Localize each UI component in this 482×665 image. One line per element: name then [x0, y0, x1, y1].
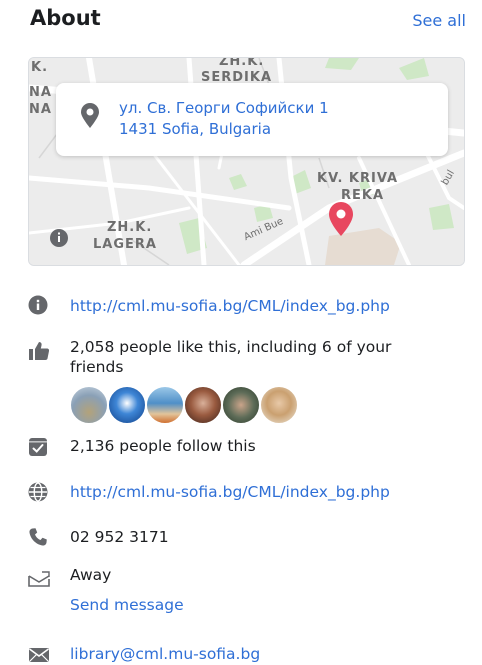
address-street[interactable]: ул. Св. Георги Софийски 1	[119, 99, 329, 117]
email-link[interactable]: library@cml.mu-sofia.bg	[70, 645, 260, 664]
map-label: LAGERA	[93, 237, 157, 252]
address-card[interactable]: ул. Св. Георги Софийски 1 1431 Sofia, Bu…	[56, 83, 448, 156]
likes-text: 2,058 people like this, including 6 of y…	[70, 338, 392, 356]
globe-icon	[28, 482, 48, 502]
map-label: K.	[31, 60, 49, 75]
map-label: NA	[29, 85, 52, 100]
avatar[interactable]	[183, 385, 223, 425]
friend-avatars	[69, 385, 309, 425]
followers-icon	[29, 438, 47, 456]
map-label: KV. KRIVA	[317, 171, 399, 186]
phone-icon	[29, 528, 47, 546]
email-icon	[29, 648, 49, 662]
map-label: ZH.K.	[219, 57, 265, 69]
avatar[interactable]	[145, 385, 185, 425]
address-city[interactable]: 1431 Sofia, Bulgaria	[119, 120, 271, 138]
website-link-2[interactable]: http://cml.mu-sofia.bg/CML/index_bg.php	[70, 483, 390, 502]
response-status: Away	[70, 566, 112, 584]
see-all-link[interactable]: See all	[412, 11, 466, 30]
section-title: About	[30, 6, 101, 30]
messenger-icon	[28, 571, 50, 587]
followers-text: 2,136 people follow this	[70, 437, 256, 455]
map-label: ZH.K.	[107, 220, 153, 235]
avatar[interactable]	[69, 385, 109, 425]
send-message-link[interactable]: Send message	[70, 596, 184, 615]
website-link[interactable]: http://cml.mu-sofia.bg/CML/index_bg.php	[70, 297, 390, 316]
info-icon	[28, 295, 48, 315]
phone-number[interactable]: 02 952 3171	[70, 528, 169, 547]
avatar[interactable]	[221, 385, 261, 425]
likes-text-cont: friends	[70, 358, 124, 376]
location-pin-icon	[81, 103, 99, 128]
map-label: NA	[29, 102, 52, 117]
avatar[interactable]	[259, 385, 299, 425]
thumbs-up-icon	[29, 342, 50, 360]
map-label: REKA	[341, 188, 385, 203]
avatar[interactable]	[107, 385, 147, 425]
